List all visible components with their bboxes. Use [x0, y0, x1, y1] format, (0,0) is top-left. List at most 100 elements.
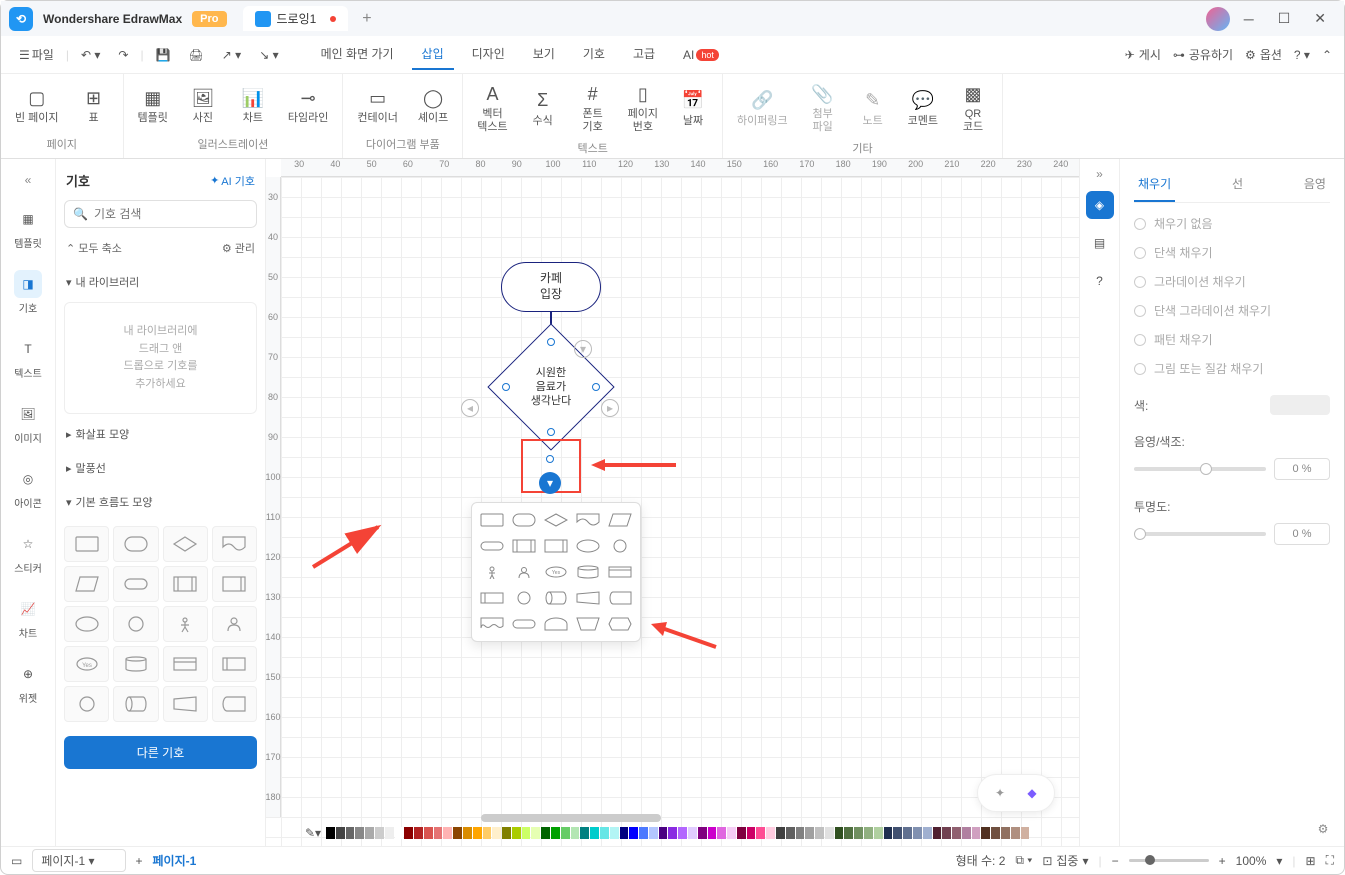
- redo-button[interactable]: ↷: [112, 44, 134, 66]
- color-swatch[interactable]: [541, 827, 550, 839]
- color-swatch[interactable]: [512, 827, 521, 839]
- shape-predefined[interactable]: [163, 566, 208, 602]
- color-swatch[interactable]: [629, 827, 638, 839]
- zoom-value[interactable]: 100%: [1236, 854, 1267, 868]
- selection-handle[interactable]: [592, 383, 600, 391]
- popup-shape[interactable]: [574, 613, 602, 635]
- canvas[interactable]: 3040506070809010011012013014015016017018…: [266, 159, 1079, 846]
- publish-button[interactable]: ✈ 게시: [1125, 46, 1161, 63]
- color-swatch[interactable]: [923, 827, 932, 839]
- color-swatch[interactable]: [404, 827, 413, 839]
- color-swatch[interactable]: [385, 827, 394, 839]
- shape-connector[interactable]: [64, 686, 109, 722]
- selection-handle[interactable]: [547, 338, 555, 346]
- color-swatch[interactable]: [610, 827, 619, 839]
- canvas-content[interactable]: 카페 입장 시원한 음료가 생각난다 ◂ ▸ ▾ ▾: [281, 177, 1079, 846]
- zoom-out-button[interactable]: −: [1112, 854, 1119, 868]
- diamond-button[interactable]: ◆: [1020, 781, 1044, 805]
- color-swatch[interactable]: [884, 827, 893, 839]
- popup-shape[interactable]: [510, 613, 538, 635]
- color-swatch[interactable]: [561, 827, 570, 839]
- sparkle-button[interactable]: ✦: [988, 781, 1012, 805]
- shape-data[interactable]: [212, 566, 257, 602]
- right-rail-fill[interactable]: ◈: [1086, 191, 1114, 219]
- direction-arrow-up[interactable]: ▾: [574, 340, 592, 358]
- ribbon-timeline[interactable]: ⊸타임라인: [282, 78, 334, 134]
- opacity-slider[interactable]: [1134, 532, 1266, 536]
- direction-arrow-left[interactable]: ◂: [461, 399, 479, 417]
- selection-handle[interactable]: [547, 428, 555, 436]
- document-tab[interactable]: 드로잉1: [243, 6, 349, 31]
- color-swatch[interactable]: [962, 827, 971, 839]
- tab-symbol[interactable]: 기호: [573, 39, 615, 70]
- add-page-button[interactable]: +: [136, 854, 143, 868]
- color-swatch[interactable]: [443, 827, 452, 839]
- collapse-all-button[interactable]: ⌃ 모두 축소: [66, 240, 122, 256]
- hamburger-menu-button[interactable]: ☰ 파일: [13, 42, 60, 67]
- page-list-button[interactable]: ▭: [11, 854, 22, 868]
- zoom-in-button[interactable]: +: [1219, 854, 1226, 868]
- shape-user[interactable]: [212, 606, 257, 642]
- tab-home[interactable]: 메인 화면 가기: [311, 39, 404, 70]
- zoom-slider[interactable]: [1129, 859, 1209, 862]
- user-avatar[interactable]: [1206, 7, 1230, 31]
- color-swatch[interactable]: [668, 827, 677, 839]
- canvas-horizontal-scrollbar[interactable]: [481, 814, 661, 822]
- maximize-button[interactable]: ☐: [1268, 6, 1301, 31]
- selection-handle[interactable]: [546, 455, 554, 463]
- color-swatch[interactable]: [766, 827, 775, 839]
- share-button[interactable]: ⊶ 공유하기: [1173, 46, 1233, 63]
- color-swatch[interactable]: [708, 827, 717, 839]
- ribbon-date[interactable]: 📅날짜: [672, 78, 714, 138]
- color-swatch[interactable]: [786, 827, 795, 839]
- color-swatch[interactable]: [453, 827, 462, 839]
- color-swatch[interactable]: [972, 827, 981, 839]
- color-swatch[interactable]: [991, 827, 1000, 839]
- tab-design[interactable]: 디자인: [462, 39, 515, 70]
- shape-circle[interactable]: [113, 606, 158, 642]
- color-swatch[interactable]: [571, 827, 580, 839]
- ribbon-qr[interactable]: ▩QR 코드: [952, 78, 994, 138]
- tab-advanced[interactable]: 고급: [623, 39, 665, 70]
- color-swatch[interactable]: [747, 827, 756, 839]
- popup-shape[interactable]: [510, 509, 538, 531]
- color-swatch[interactable]: [805, 827, 814, 839]
- symbol-search[interactable]: 🔍: [64, 200, 257, 228]
- shape-rect[interactable]: [64, 526, 109, 562]
- color-swatch[interactable]: [639, 827, 648, 839]
- more-shapes-button[interactable]: 다른 기호: [64, 736, 257, 769]
- ribbon-font-symbol[interactable]: #폰트 기호: [572, 78, 614, 138]
- popup-shape[interactable]: [510, 561, 538, 583]
- ribbon-chart[interactable]: 📊차트: [232, 78, 274, 134]
- print-button[interactable]: 🖨: [183, 44, 210, 66]
- help-button[interactable]: ? ▾: [1294, 48, 1310, 62]
- shape-yes[interactable]: Yes: [64, 646, 109, 682]
- popup-shape[interactable]: [574, 561, 602, 583]
- color-swatch[interactable]: [981, 827, 990, 839]
- page-selector[interactable]: 페이지-1 ▾: [32, 849, 125, 872]
- popup-shape[interactable]: [574, 509, 602, 531]
- shape-document[interactable]: [212, 526, 257, 562]
- shade-slider[interactable]: [1134, 467, 1266, 471]
- shape-terminator[interactable]: [113, 566, 158, 602]
- color-swatch[interactable]: [483, 827, 492, 839]
- rail-image[interactable]: 🖼이미지: [1, 392, 55, 453]
- arrow-shapes-section[interactable]: ▸ 화살표 모양: [64, 420, 257, 448]
- color-swatch[interactable]: [942, 827, 951, 839]
- ribbon-template[interactable]: ▦템플릿: [132, 78, 174, 134]
- fill-option-picture[interactable]: 그림 또는 질감 채우기: [1134, 360, 1330, 377]
- color-swatch[interactable]: [522, 827, 531, 839]
- ribbon-formula[interactable]: Σ수식: [522, 78, 564, 138]
- color-swatch[interactable]: [424, 827, 433, 839]
- color-swatch[interactable]: [580, 827, 589, 839]
- my-library-section[interactable]: ▾ 내 라이브러리: [64, 268, 257, 296]
- color-swatch[interactable]: [395, 827, 404, 839]
- popup-shape[interactable]: [478, 509, 506, 531]
- rail-symbol[interactable]: ◨기호: [1, 262, 55, 323]
- right-rail-page[interactable]: ▤: [1086, 229, 1114, 257]
- color-swatch[interactable]: [874, 827, 883, 839]
- flowchart-start-shape[interactable]: 카페 입장: [501, 262, 601, 312]
- selection-handle[interactable]: [502, 383, 510, 391]
- ribbon-vector-text[interactable]: A벡터 텍스트: [471, 78, 513, 138]
- export-button[interactable]: ↗ ▾: [216, 44, 247, 66]
